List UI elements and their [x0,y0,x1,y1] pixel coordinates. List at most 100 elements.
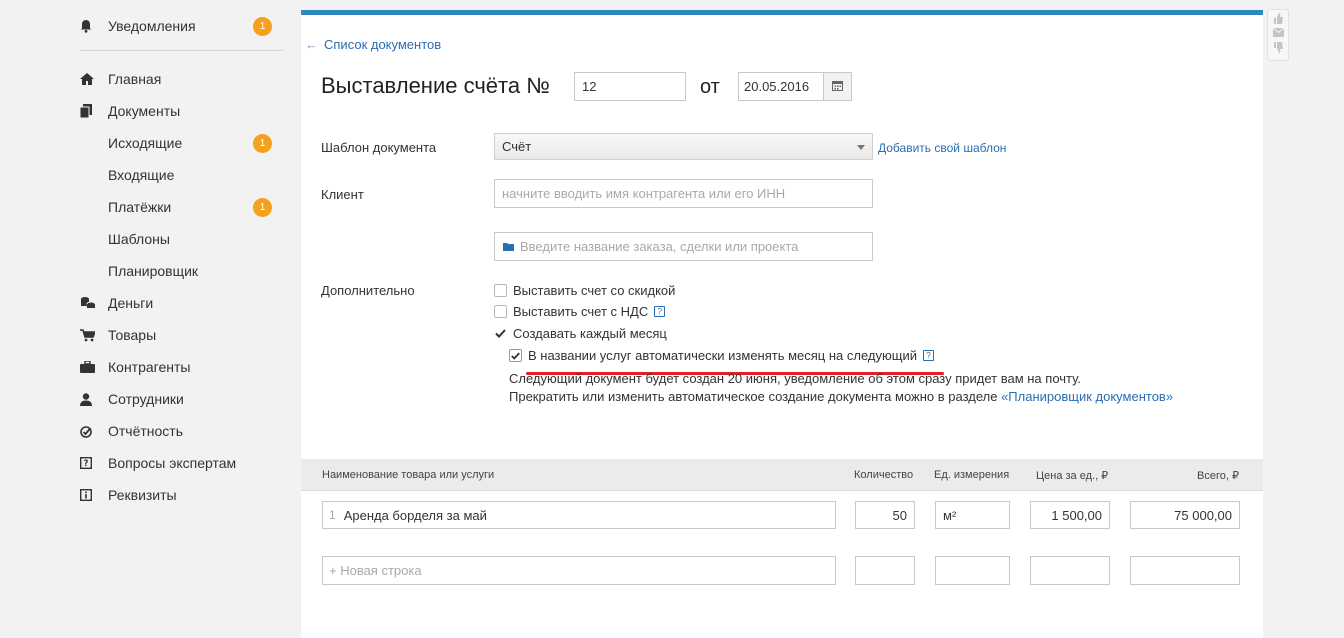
col-unit-header: Ед. измерения [934,469,1010,481]
svg-text:?: ? [84,459,89,469]
discount-checkbox[interactable] [494,284,507,297]
discount-checkbox-label: Выставить счет со скидкой [513,283,676,298]
sidebar-item-templates[interactable]: Шаблоны [108,228,280,250]
back-link-label: Список документов [324,37,442,52]
folder-icon [503,238,514,256]
order-input[interactable] [520,239,860,254]
col-qty-header: Количество [854,469,914,481]
vat-checkbox-row[interactable]: Выставить счет с НДС ? [494,304,666,319]
sidebar-item-outgoing[interactable]: Исходящие 1 [108,132,280,154]
sidebar-item-label: Сотрудники [108,391,184,407]
sidebar-item-label: Документы [108,103,181,119]
client-input[interactable] [494,179,873,208]
question-icon: ? [80,455,100,471]
documents-icon [80,103,100,119]
sidebar-item-label: Шаблоны [108,231,170,247]
notification-badge: 1 [253,16,272,36]
sidebar-item-money[interactable]: Деньги [80,292,280,314]
new-row-input[interactable]: + Новая строка [322,556,836,585]
help-icon[interactable]: ? [654,306,666,317]
sidebar-divider [80,50,283,51]
sidebar-item-label: Товары [108,327,157,343]
sidebar-item-scheduler[interactable]: Планировщик [108,260,280,282]
table-row[interactable]: 1 Аренда борделя за май [322,501,836,529]
calendar-icon [832,78,843,96]
new-row-price[interactable] [1030,556,1110,585]
bell-icon [80,18,100,34]
payments-badge: 1 [253,197,272,217]
sidebar: Уведомления 1 Главная Документы Исходящи… [0,0,300,638]
item-name: Аренда борделя за май [343,507,487,523]
home-icon [80,71,100,87]
sidebar-item-home[interactable]: Главная [80,68,280,90]
new-row-total[interactable] [1130,556,1240,585]
sidebar-item-label: Уведомления [108,18,196,34]
user-icon [80,391,100,407]
items-table-header: Наименование товара или услуги Количеств… [301,459,1263,491]
sidebar-item-counterparties[interactable]: Контрагенты [80,356,280,378]
date-from-label: от [700,76,720,98]
sidebar-item-incoming[interactable]: Входящие [108,164,280,186]
feedback-widget [1267,9,1289,61]
chevron-down-icon [857,145,865,150]
thumbs-down-icon[interactable] [1273,41,1284,57]
outgoing-badge: 1 [253,133,272,153]
sidebar-item-notifications[interactable]: Уведомления 1 [80,15,280,37]
sidebar-item-payments[interactable]: Платёжки 1 [108,196,280,218]
sidebar-item-label: Отчётность [108,423,184,439]
auto-month-checkbox-row[interactable]: В названии услуг автоматически изменять … [509,348,934,363]
template-select-value: Счёт [502,139,532,154]
unit-input[interactable] [935,501,1010,529]
auto-month-checkbox-label: В названии услуг автоматически изменять … [528,348,917,363]
sidebar-item-expert-questions[interactable]: ? Вопросы экспертам [80,452,280,474]
help-icon[interactable]: ? [922,350,934,361]
schedule-note: Следующий документ будет создан 20 июня,… [509,371,1081,386]
total-input[interactable] [1130,501,1240,529]
sidebar-item-label: Платёжки [108,199,172,215]
sidebar-item-documents[interactable]: Документы [80,100,280,122]
cart-icon [80,327,100,343]
monthly-checkbox-row[interactable]: Создавать каждый месяц [494,326,667,341]
template-select[interactable]: Счёт [494,133,873,160]
thumbs-up-icon[interactable] [1273,13,1284,28]
new-row-unit[interactable] [935,556,1010,585]
calendar-button[interactable] [823,72,852,101]
invoice-panel: ← Список документов Выставление счёта № о… [301,10,1263,638]
sidebar-item-label: Реквизиты [108,487,177,503]
col-name-header: Наименование товара или услуги [322,469,495,481]
client-label: Клиент [321,187,364,202]
back-to-documents-link[interactable]: ← Список документов [305,37,441,52]
mail-icon[interactable] [1272,28,1284,41]
template-label: Шаблон документа [321,140,437,155]
monthly-checkbox[interactable] [494,327,507,340]
row-index: 1 [329,508,336,522]
invoice-date-input[interactable] [738,72,824,101]
report-check-icon [80,423,100,439]
briefcase-icon [80,359,100,375]
info-icon [80,487,100,503]
sidebar-item-reports[interactable]: Отчётность [80,420,280,442]
auto-month-checkbox[interactable] [509,349,522,362]
schedule-note-2: Прекратить или изменить автоматическое с… [509,389,1173,404]
sidebar-item-label: Контрагенты [108,359,191,375]
price-input[interactable] [1030,501,1110,529]
sidebar-item-label: Главная [108,71,162,87]
order-field[interactable] [494,232,873,261]
invoice-number-input[interactable] [574,72,686,101]
coins-icon [80,295,100,311]
scheduler-link[interactable]: «Планировщик документов» [1001,389,1173,404]
sidebar-item-requisites[interactable]: Реквизиты [80,484,280,506]
sidebar-item-employees[interactable]: Сотрудники [80,388,280,410]
discount-checkbox-row[interactable]: Выставить счет со скидкой [494,283,675,298]
add-template-link[interactable]: Добавить свой шаблон [878,141,1006,155]
quantity-input[interactable] [855,501,915,529]
col-total-header: Всего, ₽ [1197,470,1239,482]
sidebar-item-label: Деньги [108,295,154,311]
vat-checkbox-label: Выставить счет с НДС [513,304,649,319]
new-row-qty[interactable] [855,556,915,585]
col-price-header: Цена за ед., ₽ [1036,470,1109,482]
vat-checkbox[interactable] [494,305,507,318]
sidebar-item-label: Исходящие [108,135,183,151]
sidebar-item-goods[interactable]: Товары [80,324,280,346]
extra-label: Дополнительно [321,283,415,298]
